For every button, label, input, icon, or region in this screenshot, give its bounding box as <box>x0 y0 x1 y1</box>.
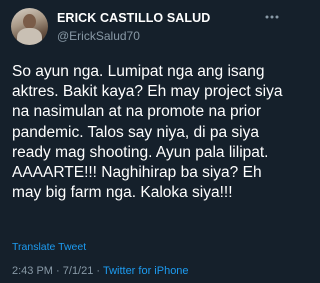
meta-separator: · <box>96 265 101 277</box>
tweet-text-line: pandemic. Talos say niya, di pa siya <box>12 123 259 141</box>
meta-separator: · <box>56 265 60 277</box>
user-handle[interactable]: @ErickSalud70 <box>57 29 140 43</box>
display-name[interactable]: ERICK CASTILLO SALUD <box>57 11 210 25</box>
tweet-card: ERICK CASTILLO SALUD @ErickSalud70 So ay… <box>0 0 293 283</box>
tweet-text-line: ready mag shooting. Ayun pala lilipat. <box>12 143 269 161</box>
tweet-date[interactable]: 7/1/21 <box>63 265 94 277</box>
tweet-text-line: na nasimulan at na promote na prior <box>12 103 262 121</box>
avatar-body <box>17 28 42 45</box>
avatar[interactable] <box>11 8 48 45</box>
tweet-text-line: aktres. Bakit kaya? Eh may project siya <box>12 83 283 101</box>
tweet-time[interactable]: 2:43 PM <box>12 265 53 277</box>
more-options-button[interactable] <box>262 10 282 24</box>
tweet-source-link[interactable]: Twitter for iPhone <box>103 265 189 277</box>
translate-tweet-link[interactable]: Translate Tweet <box>12 241 86 253</box>
tweet-text: So ayun nga. Lumipat nga ang isang aktre… <box>12 62 288 203</box>
tweet-meta: 2:43 PM · 7/1/21 · Twitter for iPhone <box>12 265 189 277</box>
tweet-text-line: AAAARTE!!! Naghihirap ba siya? Eh <box>12 164 262 182</box>
tweet-text-line: So ayun nga. Lumipat nga ang isang <box>12 63 265 80</box>
avatar-head <box>23 14 36 29</box>
tweet-text-line: may big farm nga. Kaloka siya!!! <box>12 184 233 202</box>
more-options-icon <box>265 15 279 19</box>
